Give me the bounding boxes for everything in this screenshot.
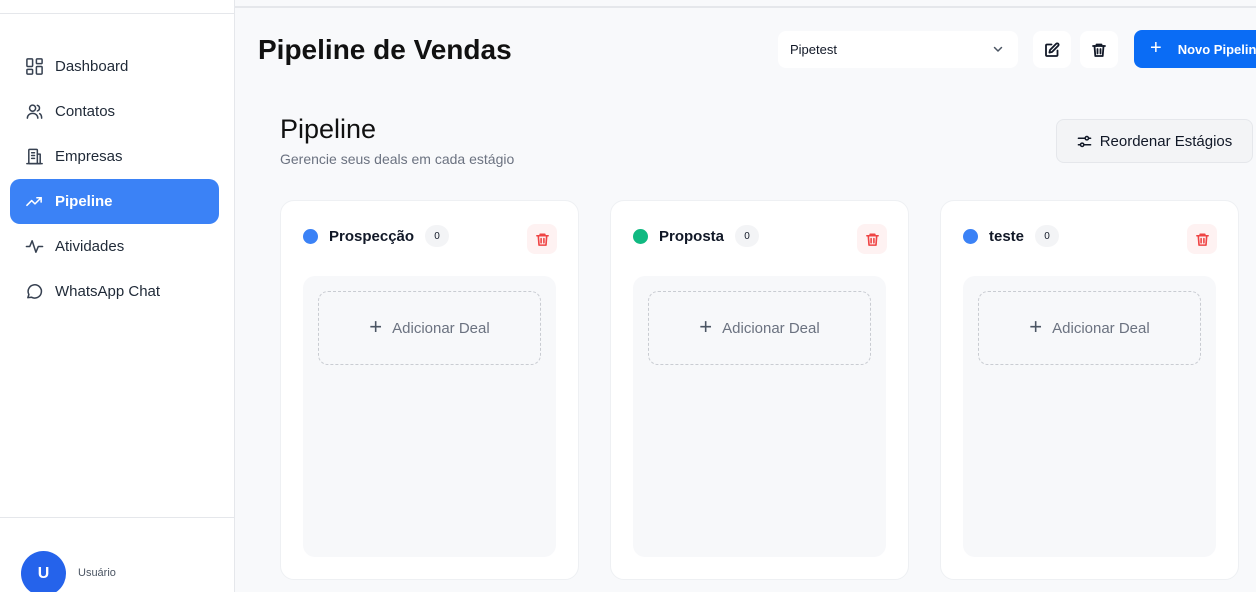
- add-deal-label: Adicionar Deal: [392, 319, 490, 337]
- stage-name: Prospecção: [329, 227, 415, 245]
- plus-icon: +: [1029, 313, 1043, 339]
- add-deal-button[interactable]: + Adicionar Deal: [318, 291, 541, 365]
- reorder-stages-label: Reordenar Estágios: [1099, 132, 1233, 150]
- reorder-stages-button[interactable]: Reordenar Estágios: [1056, 119, 1253, 163]
- sliders-icon: [1077, 135, 1092, 147]
- trash-icon: [1195, 233, 1209, 246]
- trending-up-icon: [24, 192, 44, 212]
- app-root: Dashboard Contatos Empresas Pipeline Ati…: [0, 0, 1256, 592]
- user-name: Usuário: [78, 566, 116, 579]
- delete-stage-button[interactable]: [857, 224, 887, 254]
- plus-icon: +: [369, 313, 383, 339]
- dashboard-icon: [24, 57, 44, 77]
- building-icon: [24, 147, 44, 167]
- trash-icon: [865, 233, 879, 246]
- add-deal-label: Adicionar Deal: [1052, 319, 1150, 337]
- stage-color-dot: [963, 228, 978, 244]
- sidebar-item-label: WhatsApp Chat: [55, 283, 161, 300]
- page-title: Pipeline de Vendas: [258, 34, 512, 65]
- new-pipeline-button[interactable]: + Novo Pipeline: [1134, 30, 1256, 68]
- trash-icon: [1092, 43, 1106, 57]
- avatar[interactable]: U: [21, 551, 66, 592]
- stage-count-badge: 0: [1035, 225, 1060, 247]
- topbar-divider: [235, 6, 1256, 8]
- user-profile[interactable]: U Usuário: [21, 551, 116, 592]
- sidebar-nav: Dashboard Contatos Empresas Pipeline Ati…: [10, 44, 219, 314]
- sidebar-divider: [0, 517, 234, 518]
- sidebar-item-dashboard[interactable]: Dashboard: [10, 44, 219, 89]
- section-subtitle: Gerencie seus deals em cada estágio: [280, 151, 515, 167]
- sidebar-item-atividades[interactable]: Atividades: [10, 224, 219, 269]
- pipeline-select[interactable]: Pipetest: [778, 31, 1018, 68]
- delete-stage-button[interactable]: [527, 224, 557, 254]
- add-deal-button[interactable]: + Adicionar Deal: [978, 291, 1201, 365]
- chevron-down-icon: [993, 46, 1003, 52]
- stage-header: Proposta 0: [633, 225, 760, 247]
- stage-name: Proposta: [659, 227, 725, 245]
- sidebar-item-label: Dashboard: [55, 58, 129, 75]
- stage-dropzone[interactable]: + Adicionar Deal: [633, 276, 886, 557]
- stage-name: teste: [989, 227, 1025, 245]
- sidebar-item-label: Pipeline: [55, 193, 113, 210]
- stage-dropzone[interactable]: + Adicionar Deal: [303, 276, 556, 557]
- new-pipeline-label: Novo Pipeline: [1177, 41, 1256, 57]
- delete-pipeline-button[interactable]: [1080, 31, 1118, 68]
- stage-column: Proposta 0 + Adicionar Deal: [610, 200, 909, 580]
- edit-pipeline-button[interactable]: [1033, 31, 1071, 68]
- pipeline-select-value: Pipetest: [790, 42, 837, 57]
- sidebar-item-pipeline[interactable]: Pipeline: [10, 179, 219, 224]
- sidebar: Dashboard Contatos Empresas Pipeline Ati…: [0, 0, 235, 592]
- sidebar-item-label: Contatos: [55, 103, 116, 120]
- stage-header: Prospecção 0: [303, 225, 450, 247]
- sidebar-item-label: Atividades: [55, 238, 125, 255]
- delete-stage-button[interactable]: [1187, 224, 1217, 254]
- users-icon: [24, 102, 44, 122]
- trash-icon: [535, 233, 549, 246]
- activity-icon: [24, 237, 44, 257]
- sidebar-item-label: Empresas: [55, 148, 123, 165]
- add-deal-label: Adicionar Deal: [722, 319, 820, 337]
- sidebar-item-whatsapp-chat[interactable]: WhatsApp Chat: [10, 269, 219, 314]
- plus-icon: +: [1150, 36, 1162, 59]
- stage-count-badge: 0: [735, 225, 760, 247]
- stage-count-badge: 0: [425, 225, 450, 247]
- stage-column: Prospecção 0 + Adicionar Deal: [280, 200, 579, 580]
- stage-color-dot: [303, 228, 318, 244]
- sidebar-divider: [0, 13, 234, 14]
- add-deal-button[interactable]: + Adicionar Deal: [648, 291, 871, 365]
- stage-header: teste 0: [963, 225, 1060, 247]
- edit-icon: [1045, 42, 1060, 57]
- chat-bubble-icon: [24, 282, 44, 302]
- stage-column: teste 0 + Adicionar Deal: [940, 200, 1239, 580]
- sidebar-item-contatos[interactable]: Contatos: [10, 89, 219, 134]
- section-title: Pipeline: [280, 114, 377, 144]
- plus-icon: +: [699, 313, 713, 339]
- stage-color-dot: [633, 228, 648, 244]
- stage-dropzone[interactable]: + Adicionar Deal: [963, 276, 1216, 557]
- sidebar-item-empresas[interactable]: Empresas: [10, 134, 219, 179]
